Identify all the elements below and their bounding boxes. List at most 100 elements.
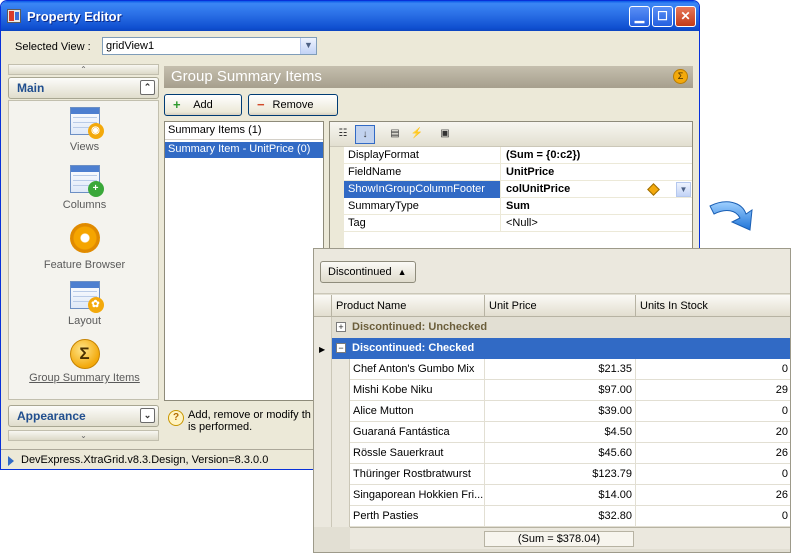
cell-unit-price[interactable]: $21.35 xyxy=(485,359,636,380)
help-icon: ? xyxy=(168,410,184,426)
column-header-unit-price[interactable]: Unit Price xyxy=(485,295,636,317)
property-row-fieldname[interactable]: FieldName UnitPrice xyxy=(330,164,692,181)
selected-view-combobox[interactable]: gridView1 ▼ xyxy=(102,37,317,55)
status-text: DevExpress.XtraGrid.v8.3.Design, Version… xyxy=(21,454,269,466)
nav-item-views-label: Views xyxy=(69,141,100,153)
nav-item-views[interactable]: ◉ Views xyxy=(9,107,160,153)
cell-product-name[interactable]: Perth Pasties xyxy=(350,506,485,527)
cell-unit-price[interactable]: $97.00 xyxy=(485,380,636,401)
property-row-displayformat[interactable]: DisplayFormat (Sum = {0:c2}) xyxy=(330,147,692,164)
play-icon xyxy=(8,456,14,466)
cell-unit-price[interactable]: $32.80 xyxy=(485,506,636,527)
nav-item-layout-label: Layout xyxy=(67,315,102,327)
remove-button[interactable]: − Remove xyxy=(248,94,338,116)
group-row-unchecked[interactable]: + Discontinued: Unchecked xyxy=(332,317,790,338)
cell-unit-price[interactable]: $45.60 xyxy=(485,443,636,464)
property-grid-toolbar: ☷ ↓ ▤ ⚡ ▣ xyxy=(330,122,692,147)
nav-scroll-down-button[interactable]: ⌄ xyxy=(8,430,159,441)
nav-group-appearance-label: Appearance xyxy=(17,409,86,423)
categorized-icon[interactable]: ☷ xyxy=(333,125,353,144)
properties-icon[interactable]: ▤ xyxy=(385,125,405,144)
summary-items-header: Summary Items (1) xyxy=(165,122,323,140)
cell-units-in-stock[interactable]: 0 xyxy=(636,464,790,485)
summary-items-list[interactable]: Summary Items (1) Summary Item - UnitPri… xyxy=(164,121,324,401)
title-bar[interactable]: Property Editor ▁ ☐ ✕ xyxy=(1,1,699,31)
cell-product-name[interactable]: Guaraná Fantástica xyxy=(350,422,485,443)
expand-icon[interactable]: ⌄ xyxy=(140,408,155,423)
cell-product-name[interactable]: Alice Mutton xyxy=(350,401,485,422)
plus-icon: + xyxy=(173,97,181,112)
cell-units-in-stock[interactable]: 0 xyxy=(636,401,790,422)
table-row[interactable]: Guaraná Fantástica $4.50 20 xyxy=(350,422,790,443)
nav-item-columns-label: Columns xyxy=(62,199,107,211)
maximize-button[interactable]: ☐ xyxy=(652,6,673,27)
cell-units-in-stock[interactable]: 29 xyxy=(636,380,790,401)
nav-item-layout[interactable]: ✿ Layout xyxy=(9,281,160,327)
cell-product-name[interactable]: Thüringer Rostbratwurst xyxy=(350,464,485,485)
table-row[interactable]: Alice Mutton $39.00 0 xyxy=(350,401,790,422)
property-row-showingroupcolumnfooter[interactable]: ShowInGroupColumnFooter colUnitPrice ▼ xyxy=(330,181,692,198)
cell-units-in-stock[interactable]: 0 xyxy=(636,359,790,380)
group-chip-discontinued[interactable]: Discontinued ▲ xyxy=(320,261,416,283)
cell-product-name[interactable]: Rössle Sauerkraut xyxy=(350,443,485,464)
close-button[interactable]: ✕ xyxy=(675,6,696,27)
row-indicator-column: ▶ xyxy=(314,317,332,527)
data-rows: Chef Anton's Gumbo Mix $21.35 0 Mishi Kobe … xyxy=(350,359,790,527)
nav-group-main-body: ◉ Views + Columns Feature Browser ✿ Layo… xyxy=(8,100,159,400)
list-item[interactable]: Summary Item - UnitPrice (0) xyxy=(165,142,323,158)
cell-unit-price[interactable]: $123.79 xyxy=(485,464,636,485)
add-button[interactable]: + Add xyxy=(164,94,242,116)
table-row[interactable]: Perth Pasties $32.80 0 xyxy=(350,506,790,527)
cell-units-in-stock[interactable]: 26 xyxy=(636,485,790,506)
chevron-down-icon[interactable]: ▼ xyxy=(676,182,691,197)
expand-icon[interactable]: + xyxy=(336,322,346,332)
table-row[interactable]: Chef Anton's Gumbo Mix $21.35 0 xyxy=(350,359,790,380)
minimize-button[interactable]: ▁ xyxy=(629,6,650,27)
cell-product-name[interactable]: Chef Anton's Gumbo Mix xyxy=(350,359,485,380)
current-row-icon: ▶ xyxy=(319,345,326,354)
grid-preview: Discontinued ▲ Product Name Unit Price U… xyxy=(313,248,791,553)
cell-product-name[interactable]: Singaporean Hokkien Fri... xyxy=(350,485,485,506)
views-icon: ◉ xyxy=(69,107,104,139)
alphabetical-icon[interactable]: ↓ xyxy=(355,125,375,144)
cell-unit-price[interactable]: $4.50 xyxy=(485,422,636,443)
window-title: Property Editor xyxy=(27,9,122,24)
cell-units-in-stock[interactable]: 26 xyxy=(636,443,790,464)
panel-header: Group Summary Items Σ xyxy=(164,66,693,88)
sort-ascending-icon: ▲ xyxy=(397,267,407,277)
nav-item-group-summary-items[interactable]: Σ Group Summary Items xyxy=(9,339,160,384)
group-row-checked[interactable]: − Discontinued: Checked xyxy=(332,338,790,359)
nav-item-columns[interactable]: + Columns xyxy=(9,165,160,211)
chevron-down-icon[interactable]: ▼ xyxy=(300,38,316,54)
app-icon xyxy=(7,9,21,23)
nav-item-feature-browser[interactable]: Feature Browser xyxy=(9,223,160,271)
layout-icon: ✿ xyxy=(69,281,104,313)
table-row[interactable]: Thüringer Rostbratwurst $123.79 0 xyxy=(350,464,790,485)
gear-icon xyxy=(69,223,100,253)
cell-product-name[interactable]: Mishi Kobe Niku xyxy=(350,380,485,401)
group-footer-row: (Sum = $378.04) xyxy=(350,527,790,549)
events-icon[interactable]: ⚡ xyxy=(407,125,427,144)
collapse-icon[interactable]: − xyxy=(336,343,346,353)
curved-arrow-icon xyxy=(709,201,753,231)
collapse-icon[interactable]: ⌃ xyxy=(140,80,155,95)
cell-units-in-stock[interactable]: 20 xyxy=(636,422,790,443)
nav-group-main[interactable]: Main ⌃ xyxy=(8,77,159,99)
table-row[interactable]: Singaporean Hokkien Fri... $14.00 26 xyxy=(350,485,790,506)
cell-unit-price[interactable]: $14.00 xyxy=(485,485,636,506)
property-pages-icon[interactable]: ▣ xyxy=(435,125,455,144)
nav-group-appearance[interactable]: Appearance ⌄ xyxy=(8,405,159,427)
remove-button-label: Remove xyxy=(272,99,314,111)
add-button-label: Add xyxy=(193,99,213,111)
column-header-units-in-stock[interactable]: Units In Stock xyxy=(636,295,790,317)
nav-scroll-up-button[interactable]: ⌃ xyxy=(8,64,159,75)
nav-group-main-label: Main xyxy=(17,81,45,95)
table-row[interactable]: Rössle Sauerkraut $45.60 26 xyxy=(350,443,790,464)
column-header-product-name[interactable]: Product Name xyxy=(332,295,485,317)
cell-units-in-stock[interactable]: 0 xyxy=(636,506,790,527)
group-panel: Discontinued ▲ xyxy=(314,249,790,294)
property-row-tag[interactable]: Tag <Null> xyxy=(330,215,692,232)
table-row[interactable]: Mishi Kobe Niku $97.00 29 xyxy=(350,380,790,401)
property-row-summarytype[interactable]: SummaryType Sum xyxy=(330,198,692,215)
cell-unit-price[interactable]: $39.00 xyxy=(485,401,636,422)
